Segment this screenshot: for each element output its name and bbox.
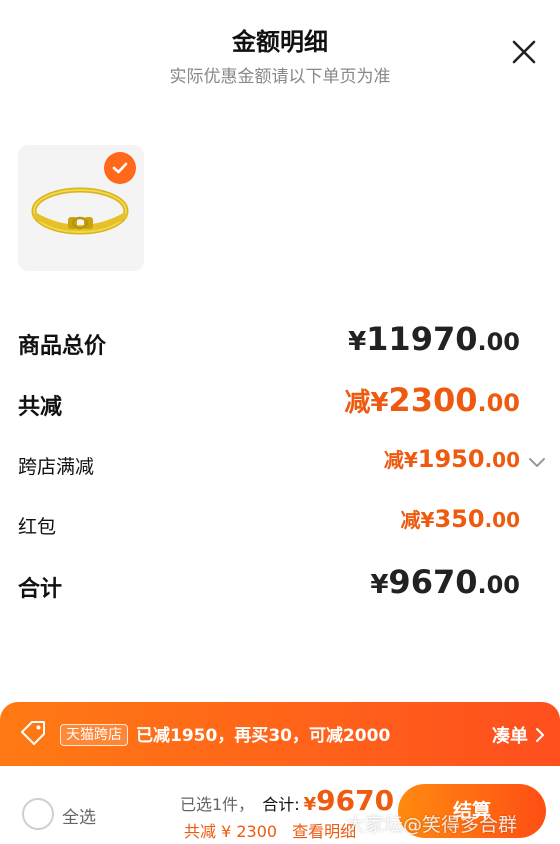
cross-store-label: 跨店满减 [18,456,95,478]
currency-symbol: 减¥ [400,508,435,532]
selected-count: 已选1件， [180,795,255,814]
chevron-down-icon[interactable] [528,456,546,468]
select-all-label[interactable]: 全选 [62,803,96,828]
currency-symbol: ¥ [370,570,389,600]
cross-store-amount: 减¥ 1950.00 [384,444,520,473]
product-selected-checkbox[interactable] [104,152,136,184]
chevron-right-icon [536,728,544,742]
amount-integer: 350 [434,505,485,533]
amount-decimal: .00 [477,571,520,599]
total-saved-amount: 减¥ 2300.00 [344,381,520,419]
row-cross-store-discount[interactable]: 跨店满减 减¥ 1950.00 [0,444,560,488]
amount-integer: 11970 [366,320,478,358]
currency-symbol: ¥ [348,327,367,357]
red-packet-label: 红包 [18,516,57,538]
goods-total-amount: ¥11970.00 [348,320,520,358]
currency-symbol: 减¥ [344,388,389,418]
promo-bar[interactable]: 天猫跨店 已减1950，再买30，可减2000 凑单 [0,702,560,766]
row-red-packet: 红包 减¥ 350.00 [0,504,560,548]
summary-line: 已选1件， 合计: ¥ 9670 [180,784,394,817]
total-value: 9670 [316,784,395,817]
collect-order-label: 凑单 [492,726,528,747]
row-goods-total: 商品总价 ¥11970.00 [0,320,560,364]
sum-label: 合计 [18,577,63,602]
tag-icon [21,721,45,745]
row-sum: 合计 ¥9670.00 [0,563,560,607]
check-icon [112,162,128,174]
total-currency: ¥ [303,794,317,815]
amount-integer: 9670 [388,563,478,601]
amount-integer: 2300 [388,381,478,419]
amount-integer: 1950 [417,445,485,473]
row-total-saved: 共减 减¥ 2300.00 [0,381,560,425]
close-button[interactable] [508,36,540,68]
saved-text: 共减 ¥ 2300 [184,822,278,841]
amount-decimal: .00 [477,328,520,356]
saved-line: 共减 ¥ 2300 查看明细 [184,818,356,842]
modal-header: 金额明细 实际优惠金额请以下单页为准 [0,0,560,100]
close-icon [512,40,536,64]
amount-decimal: .00 [477,389,520,417]
checkout-button[interactable]: 结算 [398,784,546,838]
currency-symbol: 减¥ [383,448,418,472]
promo-text: 已减1950，再买30，可减2000 [136,726,391,746]
select-all-checkbox[interactable] [22,798,54,830]
amount-decimal: .00 [484,508,520,532]
bottom-checkout-bar: 全选 已选1件， 合计: ¥ 9670 共减 ¥ 2300 查看明细 结算 [0,766,560,844]
red-packet-amount: 减¥ 350.00 [401,504,520,533]
total-saved-label: 共减 [18,395,63,420]
total-label: 合计: [262,795,300,814]
store-tag: 天猫跨店 [60,724,128,746]
modal-title: 金额明细 [232,28,328,56]
collect-order-link[interactable]: 凑单 [492,722,546,748]
modal-subtitle: 实际优惠金额请以下单页为准 [169,67,391,87]
goods-total-label: 商品总价 [18,334,107,359]
amount-decimal: .00 [484,448,520,472]
sum-amount: ¥9670.00 [370,563,520,601]
view-detail-link[interactable]: 查看明细 [292,822,356,841]
